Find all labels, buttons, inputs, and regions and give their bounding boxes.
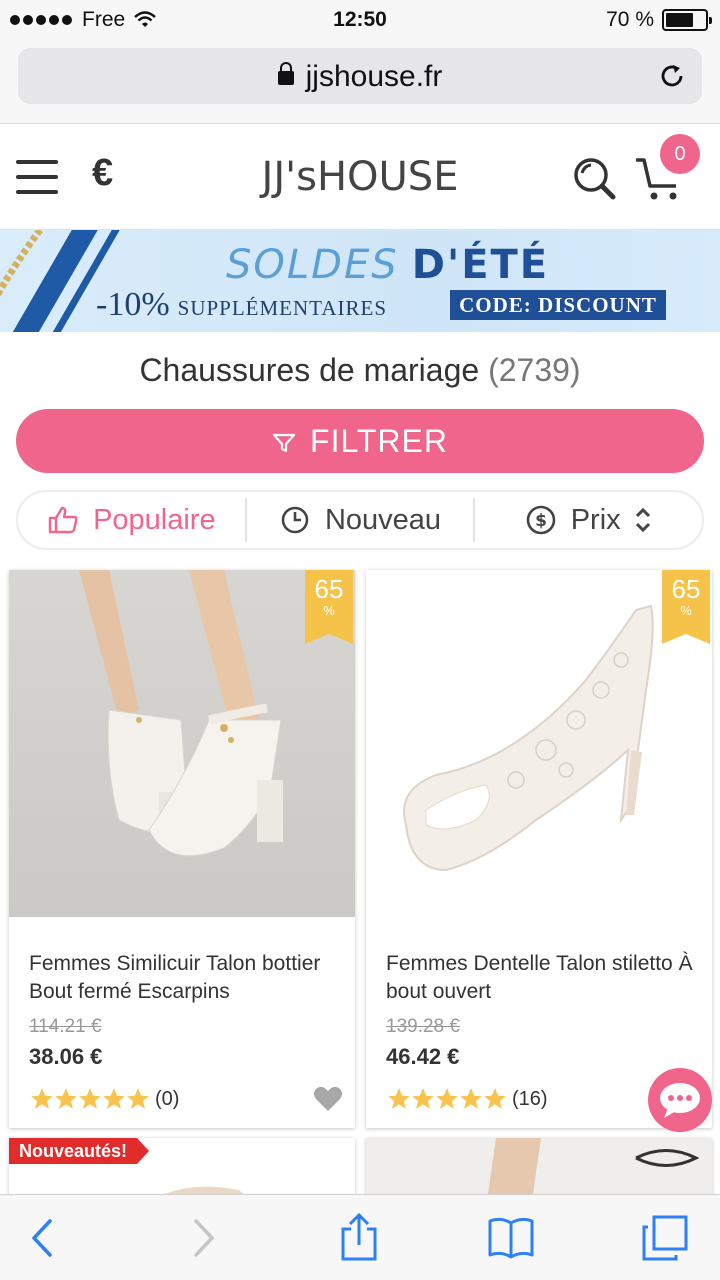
heart-icon[interactable] [313,1084,343,1112]
url-text: jjshouse.fr [305,60,443,93]
battery-icon [662,9,712,31]
search-icon[interactable] [570,154,618,202]
chat-button[interactable] [648,1068,712,1132]
browser-address-bar: jjshouse.fr [0,40,720,124]
filter-button[interactable]: FILTRER [16,409,704,473]
bookmarks-icon[interactable] [486,1213,536,1263]
star-icon [31,1088,53,1109]
tabs-icon[interactable] [640,1213,690,1263]
discount-ribbon: 65 % [662,570,710,644]
banner-title: SOLDES D'ÉTÉ [226,242,550,288]
site-header: € JJ'sHOUSE 0 [0,124,720,230]
product-image[interactable] [366,570,712,917]
promo-code: CODE: DISCOUNT [450,290,666,320]
banner-subtitle: -10% SUPPLÉMENTAIRES [96,286,387,323]
sale-price: 46.42 € [386,1044,460,1069]
svg-text:$: $ [535,511,547,531]
star-icon [436,1088,458,1109]
star-icon [103,1088,125,1109]
back-icon[interactable] [18,1213,68,1263]
rating: (16) [386,1086,548,1112]
star-icon [127,1088,149,1109]
sort-popular[interactable]: Populaire [18,498,245,542]
dollar-icon: $ [526,505,556,535]
clock-icon [281,506,309,534]
original-price: 139.28 € [386,1016,460,1037]
product-card[interactable]: 65 % Femmes Dentelle Talon stiletto À bo… [366,570,712,1128]
star-icon [55,1088,77,1109]
star-icon [79,1088,101,1109]
star-icon [484,1088,506,1109]
product-count: (2739) [488,352,581,388]
chat-icon [660,1083,700,1118]
reload-icon[interactable] [656,60,688,92]
sort-arrows-icon [635,507,650,533]
product-name[interactable]: Femmes Similicuir Talon bottier Bout fer… [29,950,339,1006]
share-icon[interactable] [334,1213,384,1263]
review-count: (16) [512,1087,548,1110]
sort-bar: Populaire Nouveau $ Prix [16,490,704,550]
forward-icon[interactable] [178,1213,228,1263]
promo-banner[interactable]: SOLDES D'ÉTÉ -10% SUPPLÉMENTAIRES CODE: D… [0,230,720,332]
product-name[interactable]: Femmes Dentelle Talon stiletto À bout ou… [386,950,696,1006]
star-icon [460,1088,482,1109]
thumbs-up-icon [48,506,78,534]
sort-price[interactable]: $ Prix [473,498,702,542]
filter-icon [272,433,296,453]
status-bar: Free 12:50 70 % [0,0,720,40]
star-icon [388,1088,410,1109]
star-icon [412,1088,434,1109]
cart-count-badge: 0 [660,134,700,174]
category-title: Chaussures de mariage (2739) [139,352,581,388]
discount-ribbon: 65 % [305,570,353,644]
rating: (0) [29,1086,179,1112]
original-price: 114.21 € [29,1016,102,1037]
browser-toolbar [0,1194,720,1280]
lock-icon [277,62,294,85]
product-image[interactable] [9,570,355,917]
sale-price: 38.06 € [29,1044,103,1069]
url-field[interactable]: jjshouse.fr [18,48,702,104]
battery-percent: 70 % [606,8,654,31]
product-card[interactable]: 65 % Femmes Similicuir Talon bottier Bou… [9,570,355,1128]
sort-newest[interactable]: Nouveau [244,498,474,542]
review-count: (0) [155,1087,180,1110]
